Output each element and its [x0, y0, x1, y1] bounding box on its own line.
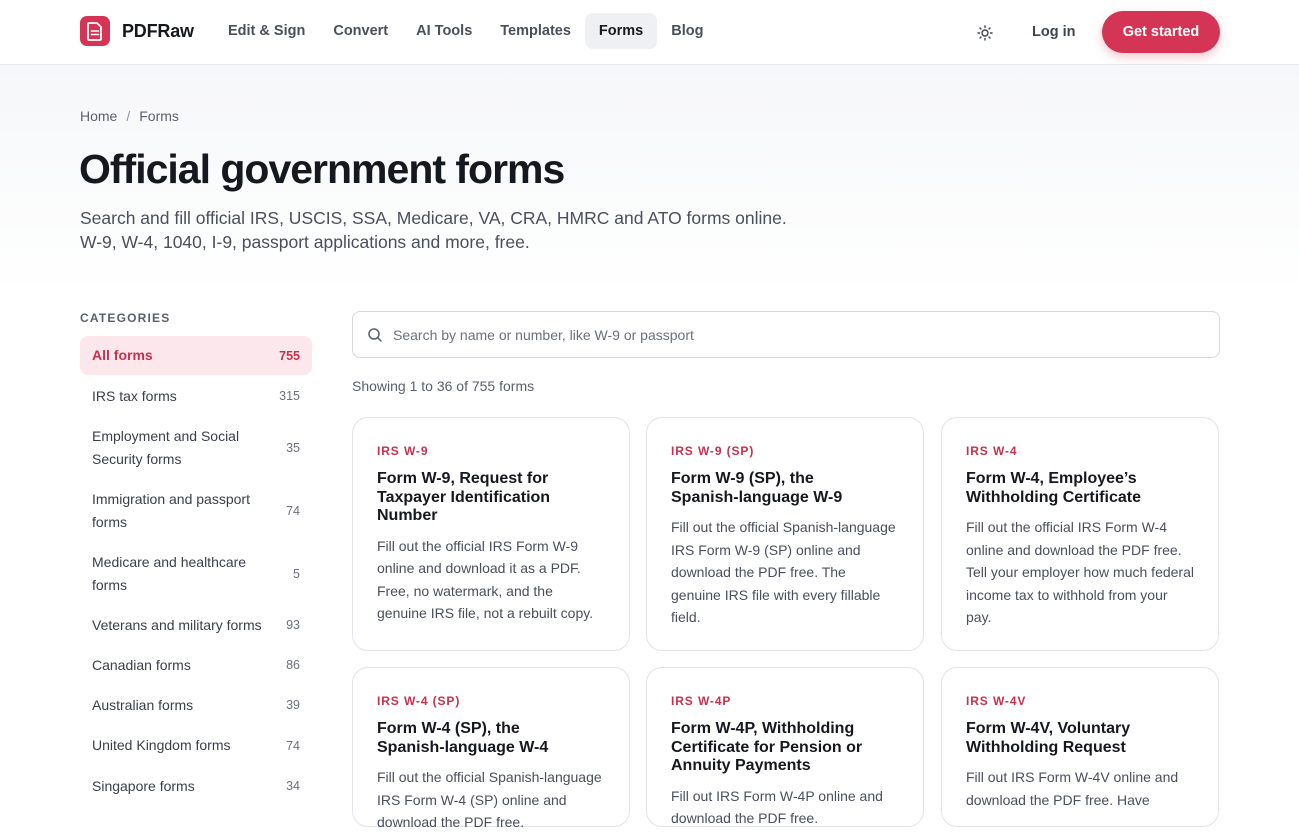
- category-item-australian[interactable]: Australian forms 39: [80, 685, 312, 725]
- category-label: Canadian forms: [92, 656, 191, 673]
- category-label: Singapore forms: [92, 777, 195, 794]
- subtitle-line-2: W-9, W-4, 1040, I-9, passport applicatio…: [80, 232, 530, 252]
- form-code: IRS W-4 (SP): [377, 694, 461, 708]
- nav-link-edit-sign[interactable]: Edit & Sign: [214, 13, 319, 49]
- category-list: All forms 755 IRS tax forms 315 Employme…: [80, 336, 312, 806]
- category-count: 74: [286, 738, 300, 753]
- page-subtitle: Search and fill official IRS, USCIS, SSA…: [80, 206, 840, 254]
- breadcrumb-current: Forms: [139, 108, 179, 124]
- category-item-all-forms[interactable]: All forms 755: [80, 336, 312, 375]
- category-label: All forms: [92, 347, 153, 364]
- brand-name: PDFRaw: [122, 20, 194, 41]
- form-card-w4p[interactable]: IRS W-4P Form W-4P, Withholding Certific…: [646, 667, 924, 827]
- category-count: 93: [286, 618, 300, 632]
- form-description: Fill out IRS Form W-4P online and downlo…: [671, 787, 883, 827]
- form-title: Form W-4P, Withholding Certificate for P…: [671, 720, 863, 774]
- category-count: 315: [279, 389, 300, 403]
- nav-link-templates[interactable]: Templates: [486, 13, 585, 49]
- form-description: Fill out IRS Form W-4V online and downlo…: [966, 769, 1179, 808]
- form-card-w4-sp[interactable]: IRS W-4 (SP) Form W-4 (SP), the Spanish-…: [352, 667, 630, 830]
- get-started-button[interactable]: Get started: [1102, 11, 1220, 53]
- form-title: Form W-9, Request for Taxpayer Identific…: [377, 470, 551, 524]
- category-count: 34: [286, 779, 300, 793]
- form-description: Fill out the official IRS Form W-4 onlin…: [966, 519, 1194, 625]
- categories-heading: CATEGORIES: [80, 311, 171, 325]
- category-item-veterans[interactable]: Veterans and military forms 93: [80, 605, 312, 645]
- search-icon: [367, 327, 383, 343]
- category-label: IRS tax forms: [92, 387, 177, 404]
- subtitle-line-1: Search and fill official IRS, USCIS, SSA…: [80, 208, 787, 228]
- form-title: Form W-4 (SP), the Spanish-language W-4: [377, 720, 549, 756]
- form-card-w9[interactable]: IRS W-9 Form W-9, Request for Taxpayer I…: [352, 417, 630, 651]
- breadcrumb-home[interactable]: Home: [80, 108, 117, 124]
- brand-link[interactable]: PDFRaw: [80, 16, 194, 46]
- results-summary: Showing 1 to 36 of 755 forms: [352, 378, 535, 394]
- category-item-employment[interactable]: Employment and Social Security forms 35: [80, 416, 312, 479]
- category-label: Medicare and healthcare forms: [92, 554, 247, 593]
- form-description: Fill out the official IRS Form W-9 onlin…: [377, 537, 594, 622]
- form-description: Fill out the official Spanish-language I…: [377, 769, 602, 830]
- category-item-immigration[interactable]: Immigration and passport forms 74: [80, 479, 312, 542]
- breadcrumb-separator: /: [126, 108, 131, 124]
- category-count: 39: [286, 698, 300, 712]
- category-count: 86: [286, 658, 300, 672]
- nav-link-blog[interactable]: Blog: [657, 13, 717, 49]
- nav-link-forms[interactable]: Forms: [584, 13, 658, 49]
- main-nav: Edit & Sign Convert AI Tools Templates F…: [214, 13, 717, 49]
- form-title: Form W-9 (SP), the Spanish-language W-9: [671, 470, 843, 506]
- category-count: 755: [279, 348, 300, 363]
- category-label: Immigration and passport forms: [92, 491, 250, 530]
- top-nav: PDFRaw Edit & Sign Convert AI Tools Temp…: [0, 0, 1299, 65]
- sun-icon[interactable]: [974, 22, 996, 44]
- breadcrumb: Home / Forms: [80, 108, 179, 124]
- page-title: Official government forms: [79, 146, 565, 192]
- form-code: IRS W-4V: [966, 694, 1027, 708]
- document-icon: [80, 16, 110, 46]
- category-count: 35: [286, 440, 300, 455]
- category-item-medicare[interactable]: Medicare and healthcare forms 5: [80, 542, 312, 605]
- category-label: Australian forms: [92, 696, 194, 713]
- form-card-w9-sp[interactable]: IRS W-9 (SP) Form W-9 (SP), the Spanish-…: [646, 417, 924, 651]
- search-box: [352, 311, 1220, 358]
- form-code: IRS W-9 (SP): [671, 444, 755, 458]
- category-label: Employment and Social Security forms: [92, 428, 240, 467]
- form-code: IRS W-4: [966, 444, 1018, 458]
- category-item-irs-tax[interactable]: IRS tax forms 315: [80, 376, 312, 416]
- login-link[interactable]: Log in: [1032, 24, 1076, 40]
- nav-link-ai-tools[interactable]: AI Tools: [402, 13, 486, 49]
- category-item-uk[interactable]: United Kingdom forms 74: [80, 725, 312, 766]
- category-item-canadian[interactable]: Canadian forms 86: [80, 645, 312, 685]
- search-input[interactable]: [393, 312, 1203, 357]
- form-card-w4v[interactable]: IRS W-4V Form W-4V, Voluntary Withholdin…: [941, 667, 1219, 827]
- category-item-singapore[interactable]: Singapore forms 34: [80, 766, 312, 806]
- form-title: Form W-4V, Voluntary Withholding Request: [966, 720, 1131, 756]
- category-count: 74: [286, 503, 300, 518]
- form-description: Fill out the official Spanish-language I…: [671, 519, 896, 625]
- category-label: United Kingdom forms: [92, 737, 231, 754]
- form-card-w4[interactable]: IRS W-4 Form W-4, Employee’s Withholding…: [941, 417, 1219, 651]
- form-title: Form W-4, Employee’s Withholding Certifi…: [966, 470, 1141, 506]
- category-count: 5: [293, 566, 300, 581]
- nav-link-convert[interactable]: Convert: [319, 13, 402, 49]
- form-code: IRS W-4P: [671, 694, 732, 708]
- form-code: IRS W-9: [377, 444, 429, 458]
- category-label: Veterans and military forms: [92, 616, 262, 633]
